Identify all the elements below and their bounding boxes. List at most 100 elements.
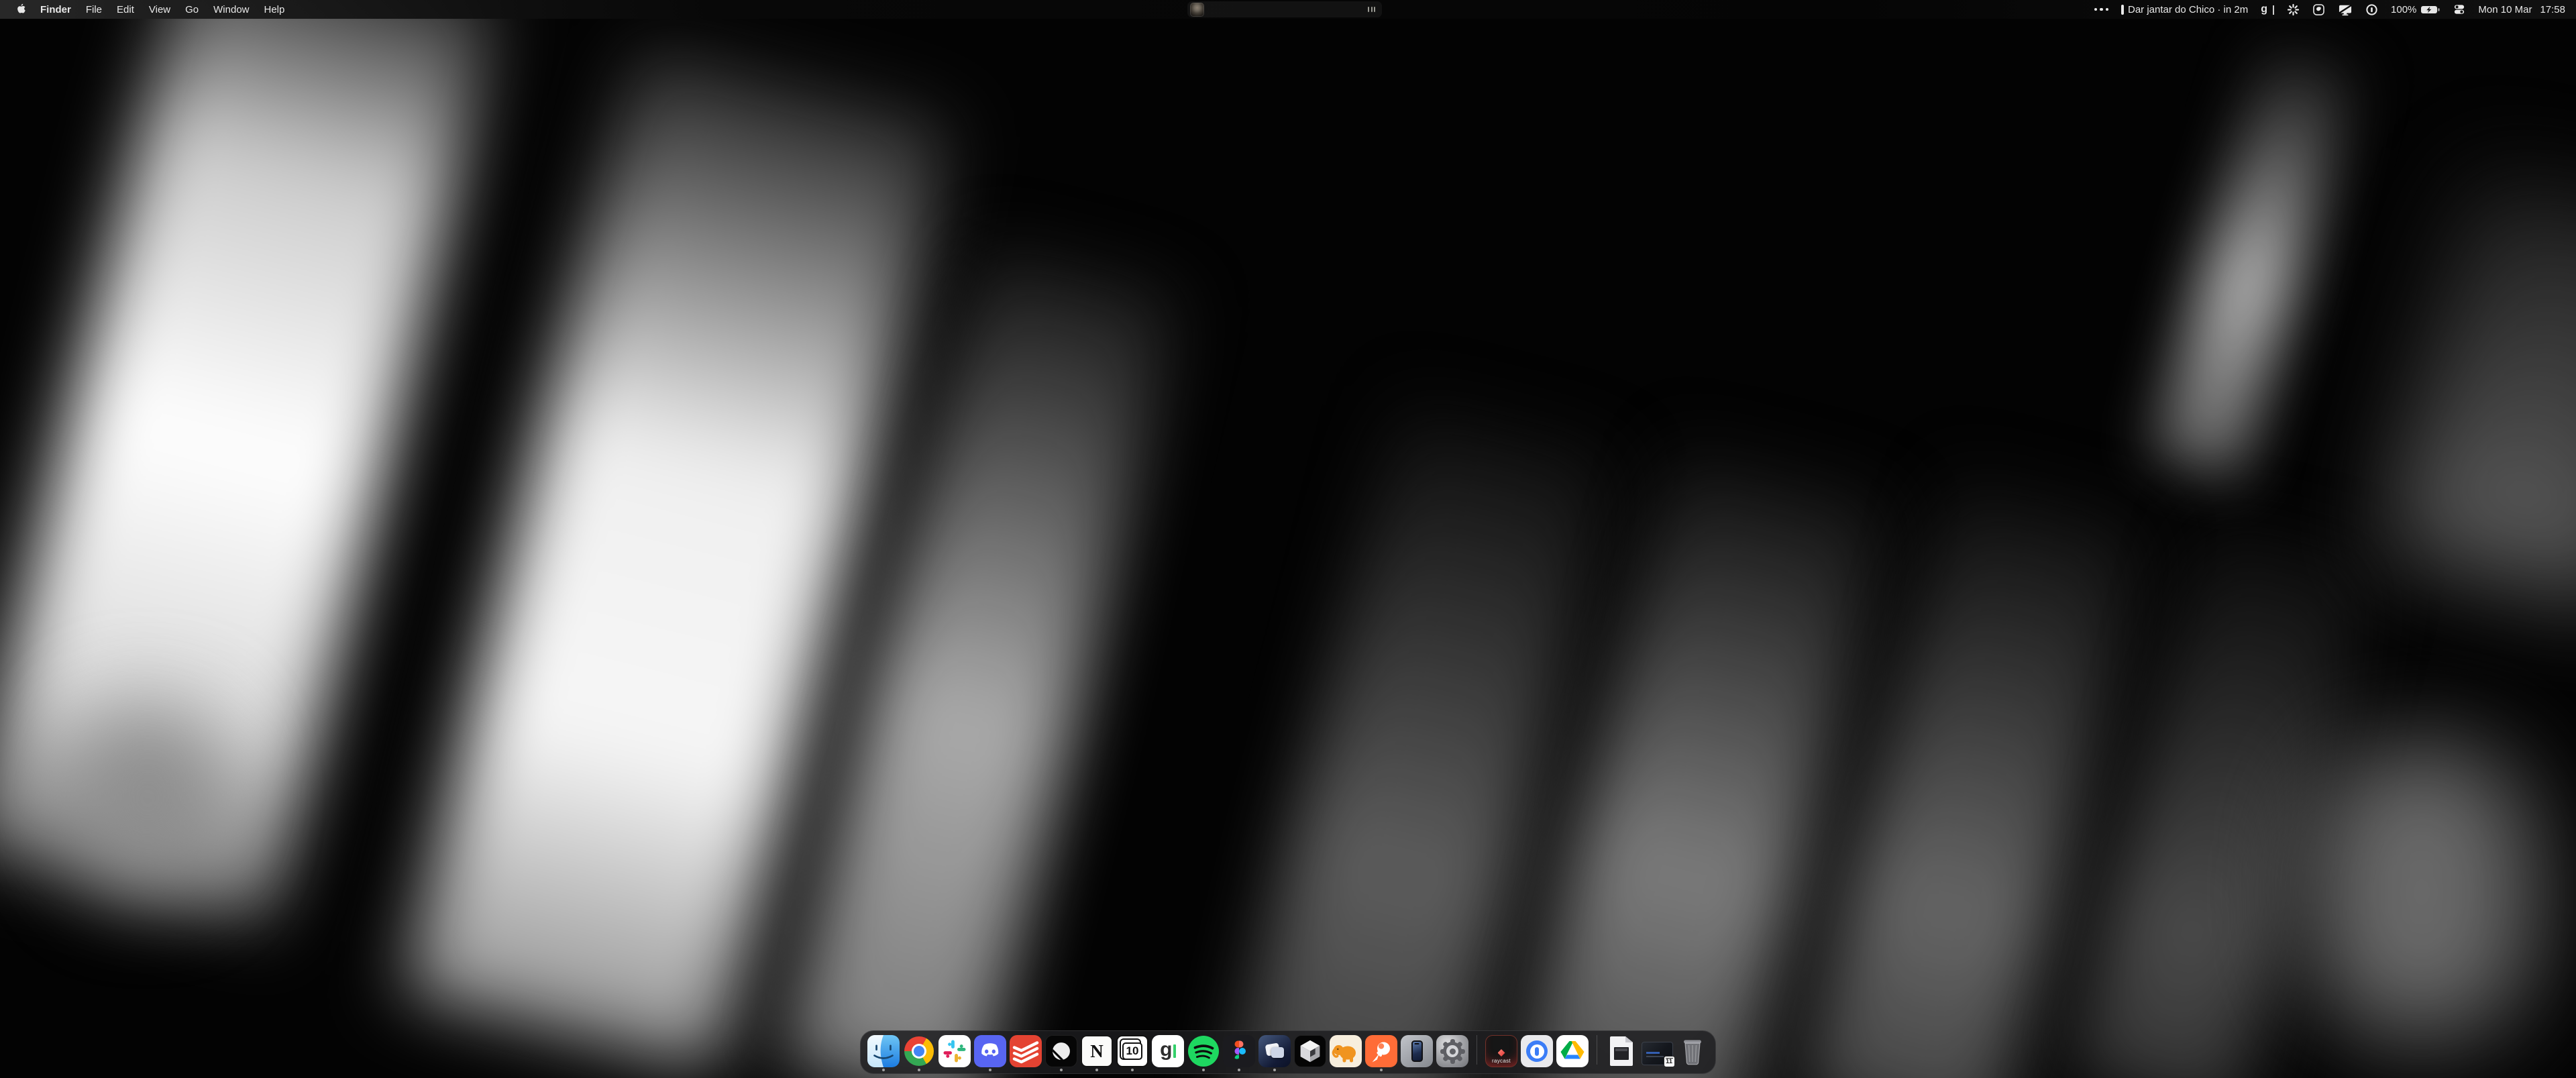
dock-item-notion[interactable]: N	[1081, 1035, 1113, 1071]
camera-avatar[interactable]	[1190, 3, 1204, 17]
menu-bar-clock[interactable]: Mon 10 Mar 17:58	[2478, 4, 2565, 15]
starburst-icon	[2287, 3, 2300, 16]
figma-icon	[1223, 1035, 1255, 1067]
discord-icon	[974, 1035, 1006, 1067]
dock-item-google-drive[interactable]	[1556, 1035, 1589, 1071]
folded-corner	[1625, 1036, 1633, 1042]
calendar-event-menu-item[interactable]: Dar jantar do Chico · in 2m	[2121, 4, 2248, 15]
dock: N 10 g	[860, 1030, 1716, 1074]
running-indicator	[882, 1069, 885, 1071]
clock-date: Mon 10 Mar	[2478, 4, 2532, 15]
dock-item-iphone-mirroring[interactable]	[1401, 1035, 1433, 1071]
menu-file[interactable]: File	[78, 4, 109, 15]
running-indicator	[1060, 1069, 1063, 1071]
running-indicator	[1380, 1069, 1383, 1071]
control-center-menu-item[interactable]	[2453, 3, 2465, 15]
wallpaper	[0, 0, 2576, 1078]
clock-time: 17:58	[2540, 4, 2565, 15]
app-menus: Finder File Edit View Go Window Help	[0, 3, 292, 15]
dock-item-figma[interactable]	[1223, 1035, 1255, 1071]
chrome-icon	[903, 1035, 935, 1067]
battery-indicator[interactable]: 100%	[2391, 4, 2440, 15]
running-indicator	[1238, 1069, 1240, 1071]
running-indicator	[989, 1069, 991, 1071]
running-indicator	[1131, 1069, 1134, 1071]
wallpaper-streak	[2150, 42, 2359, 481]
menu-view[interactable]: View	[142, 4, 178, 15]
status-items: Dar jantar do Chico · in 2m g	[2094, 3, 2576, 16]
dock-item-postman[interactable]	[1365, 1035, 1397, 1071]
notion-icon: N	[1081, 1035, 1113, 1067]
google-drive-icon	[1556, 1035, 1589, 1067]
dock-item-discord[interactable]	[974, 1035, 1006, 1071]
apple-icon	[16, 3, 26, 15]
granola-icon: g	[1152, 1035, 1184, 1067]
menu-go[interactable]: Go	[178, 4, 206, 15]
dock-item-document-file[interactable]	[1605, 1035, 1638, 1071]
onepassword-menu-item[interactable]	[2365, 3, 2378, 16]
dock-item-raycast[interactable]: raycast	[1485, 1035, 1517, 1071]
notion-calendar-icon: 10	[1116, 1035, 1148, 1067]
notion-letter: N	[1090, 1041, 1104, 1062]
postman-icon	[1365, 1035, 1397, 1067]
running-indicator	[1095, 1069, 1098, 1071]
wallpaper-streak	[2385, 171, 2576, 607]
dock-item-finder[interactable]	[867, 1035, 900, 1071]
display-mirroring-menu-item[interactable]	[2338, 3, 2353, 16]
grip-bars-icon[interactable]	[1368, 7, 1375, 12]
pick-menu-item[interactable]	[2312, 3, 2325, 16]
dock-item-granola[interactable]: g	[1152, 1035, 1184, 1071]
dock-item-notion-calendar[interactable]: 10	[1116, 1035, 1148, 1071]
ellipsis-icon	[2094, 8, 2109, 11]
dock-item-system-settings[interactable]	[1436, 1035, 1468, 1071]
raycast-glyph	[1498, 1049, 1505, 1057]
document-thumbnail	[1614, 1047, 1629, 1060]
document-file-icon	[1605, 1035, 1638, 1067]
granola-letter: g	[1160, 1040, 1172, 1060]
dock-item-screen-studio[interactable]	[1258, 1035, 1291, 1071]
dock-item-spotify[interactable]	[1187, 1035, 1220, 1071]
system-settings-gear-icon	[1436, 1035, 1468, 1067]
screen-studio-icon	[1258, 1035, 1291, 1067]
running-indicator	[1273, 1069, 1276, 1071]
event-color-bar-icon	[2121, 5, 2124, 15]
menu-window[interactable]: Window	[206, 4, 256, 15]
wallpaper-streak	[67, 704, 228, 892]
dock-item-slack[interactable]	[938, 1035, 971, 1071]
calendar-badge: 11	[1664, 1056, 1675, 1067]
running-indicator	[918, 1069, 920, 1071]
control-center-icon	[2453, 3, 2465, 15]
granola-caret-icon	[2273, 5, 2275, 15]
1password-ring-icon	[2365, 3, 2378, 16]
slack-icon	[938, 1035, 971, 1067]
menu-finder[interactable]: Finder	[33, 4, 78, 15]
dock-item-todoist[interactable]	[1010, 1035, 1042, 1071]
postico-elephant-icon	[1330, 1035, 1362, 1067]
menu-edit[interactable]: Edit	[109, 4, 142, 15]
cube-icon	[1294, 1035, 1326, 1067]
desktop: Finder File Edit View Go Window Help Dar…	[0, 0, 2576, 1078]
granola-g-icon: g	[2261, 3, 2267, 15]
dock-item-screenshot-file[interactable]: 11	[1641, 1035, 1673, 1071]
todoist-icon	[1010, 1035, 1042, 1067]
dock-item-3d-cube-app[interactable]	[1294, 1035, 1326, 1071]
dock-item-trash[interactable]	[1676, 1035, 1709, 1071]
dock-item-chrome[interactable]	[903, 1035, 935, 1071]
apple-menu[interactable]	[8, 3, 33, 15]
dock-item-1password[interactable]	[1521, 1035, 1553, 1071]
finder-icon	[867, 1035, 900, 1067]
starburst-menu-item[interactable]	[2287, 3, 2300, 16]
dock-item-linear[interactable]	[1045, 1035, 1077, 1071]
dock-item-postico[interactable]	[1330, 1035, 1362, 1071]
overflow-menu-item[interactable]	[2094, 8, 2109, 11]
granola-menu-item[interactable]: g	[2261, 3, 2274, 15]
screenshot-thumbnail-icon: 11	[1641, 1035, 1673, 1067]
wallpaper-streak	[2308, 745, 2536, 1040]
battery-charging-icon	[2420, 5, 2440, 15]
spotify-icon	[1187, 1035, 1220, 1067]
notch-widget[interactable]	[1187, 1, 1382, 17]
display-icon	[2338, 3, 2353, 16]
granola-caret	[1173, 1044, 1176, 1058]
menu-help[interactable]: Help	[257, 4, 292, 15]
raycast-label: raycast	[1492, 1058, 1511, 1064]
